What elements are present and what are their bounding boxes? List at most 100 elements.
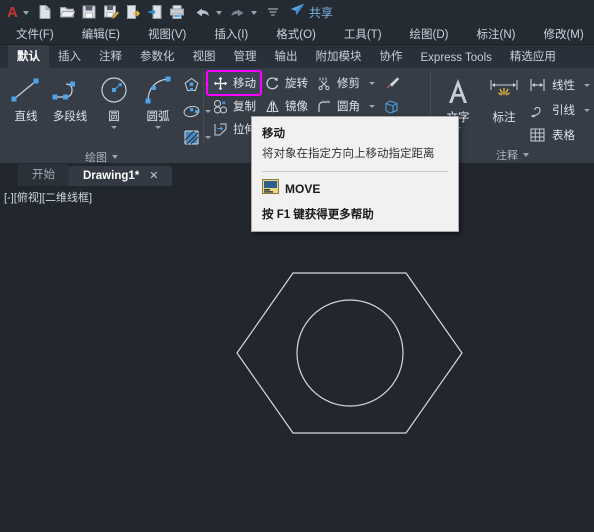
- ribbon-tab-addins[interactable]: 附加模块: [307, 45, 371, 68]
- draw-line-label: 直线: [14, 111, 38, 123]
- tooltip-description: 将对象在指定方向上移动指定距离: [262, 148, 435, 160]
- print-icon[interactable]: [167, 2, 187, 22]
- drawing-canvas[interactable]: [-][俯视][二维线框]: [0, 186, 594, 524]
- ribbon-tab-view[interactable]: 视图: [184, 45, 225, 68]
- leader-dropdown-icon[interactable]: [583, 108, 590, 112]
- menu-item-view[interactable]: 视图(V): [148, 26, 200, 42]
- tooltip-title: 移动: [262, 128, 285, 140]
- save-as-icon[interactable]: [101, 2, 121, 22]
- ribbon-tab-express-tools[interactable]: Express Tools: [412, 49, 501, 68]
- panel-draw-title-row[interactable]: 绘图: [0, 149, 203, 168]
- menu-item-draw[interactable]: 绘图(D): [410, 26, 463, 42]
- modify-fillet-label: 圆角: [336, 101, 360, 113]
- modify-rotate-label: 旋转: [284, 78, 308, 90]
- annotation-leader-label: 引线: [551, 105, 575, 117]
- document-tab-drawing1[interactable]: Drawing1* ✕: [69, 166, 173, 186]
- fillet-dropdown-icon[interactable]: [368, 104, 375, 108]
- customize-quick-access-icon[interactable]: [263, 2, 283, 22]
- ribbon-tab-manage[interactable]: 管理: [225, 45, 266, 68]
- match-properties-icon: [383, 75, 400, 92]
- application-menu-button[interactable]: A: [4, 5, 19, 20]
- chevron-down-icon[interactable]: [22, 11, 29, 15]
- menu-item-edit[interactable]: 编辑(E): [82, 26, 134, 42]
- mirror-icon: [264, 98, 281, 115]
- draw-polyline-label: 多段线: [52, 111, 88, 123]
- ribbon-tab-home[interactable]: 默认: [8, 45, 49, 68]
- circle-shape: [296, 299, 404, 407]
- polyline-icon: [48, 73, 92, 107]
- undo-icon[interactable]: [193, 2, 213, 22]
- tooltip-help: 按 F1 键获得更多帮助: [262, 208, 374, 221]
- panel-annotation-expand-icon[interactable]: [522, 153, 529, 157]
- move-tooltip: 移动 将对象在指定方向上移动指定距离 MOVE 按 F1 键获得更多帮助: [251, 116, 459, 232]
- draw-arc-button[interactable]: 圆弧: [136, 71, 180, 129]
- annotation-leader-button[interactable]: 引线: [527, 98, 590, 122]
- modify-move-label: 移动: [232, 78, 256, 90]
- import-icon[interactable]: [145, 2, 165, 22]
- menu-item-insert[interactable]: 插入(I): [214, 26, 262, 42]
- draw-arc-label: 圆弧: [146, 111, 170, 123]
- undo-dropdown-icon[interactable]: [215, 11, 222, 15]
- panel-annotation-title: 注释: [495, 150, 518, 162]
- redo-icon[interactable]: [228, 2, 248, 22]
- modify-rotate-button[interactable]: 旋转: [260, 72, 312, 94]
- modify-mirror-button[interactable]: 镜像: [260, 95, 312, 117]
- tooltip-command: MOVE: [285, 181, 321, 196]
- annotation-table-button[interactable]: 表格: [527, 123, 590, 147]
- redo-dropdown-icon[interactable]: [250, 11, 257, 15]
- circle-dropdown-icon[interactable]: [111, 126, 117, 129]
- panel-draw: 直线 多段线 圆 圆弧 绘图: [0, 68, 211, 164]
- modify-match-properties-button[interactable]: [379, 72, 404, 94]
- ribbon-tab-output[interactable]: 输出: [266, 45, 307, 68]
- ribbon-tab-collaborate[interactable]: 协作: [371, 45, 412, 68]
- box-icon: [383, 98, 400, 115]
- close-icon[interactable]: ✕: [149, 169, 158, 182]
- leader-icon: [527, 99, 549, 121]
- menu-item-modify[interactable]: 修改(M): [543, 26, 594, 42]
- annotation-linear-button[interactable]: 线性: [527, 73, 590, 97]
- modify-move-button[interactable]: 移动: [205, 70, 262, 96]
- open-file-icon[interactable]: [57, 2, 77, 22]
- text-icon: [436, 74, 480, 108]
- modify-copy-button[interactable]: 复制: [208, 95, 260, 117]
- ribbon-tab-annotate[interactable]: 注释: [90, 45, 131, 68]
- new-file-icon[interactable]: [35, 2, 55, 22]
- panel-draw-expand-icon[interactable]: [112, 155, 118, 159]
- draw-circle-button[interactable]: 圆: [92, 71, 136, 129]
- share-button[interactable]: 共享: [289, 2, 333, 22]
- save-icon[interactable]: [79, 2, 99, 22]
- modify-trim-label: 修剪: [336, 78, 360, 90]
- move-icon: [212, 75, 229, 92]
- export-icon[interactable]: [123, 2, 143, 22]
- annotation-table-label: 表格: [551, 130, 575, 142]
- menu-item-dimension[interactable]: 标注(N): [477, 26, 530, 42]
- annotation-small-buttons: 线性 引线 表格: [527, 71, 590, 147]
- arc-dropdown-icon[interactable]: [155, 126, 161, 129]
- polygon-icon: [180, 74, 202, 96]
- modify-copy-label: 复制: [232, 101, 256, 113]
- modify-fillet-button[interactable]: 圆角: [312, 95, 379, 117]
- linear-dropdown-icon[interactable]: [583, 83, 590, 87]
- panel-draw-title: 绘图: [85, 152, 107, 164]
- trim-dropdown-icon[interactable]: [368, 81, 375, 85]
- panel-draw-body: 直线 多段线 圆 圆弧: [0, 71, 211, 149]
- annotation-dimension-label: 标注: [492, 112, 516, 124]
- ellipse-icon: [180, 100, 202, 122]
- annotation-linear-label: 线性: [551, 80, 575, 92]
- ribbon-tab-parametric[interactable]: 参数化: [131, 45, 184, 68]
- modify-3d-object-button[interactable]: [379, 95, 404, 117]
- copy-icon: [212, 98, 229, 115]
- draw-line-button[interactable]: 直线: [4, 71, 48, 124]
- menu-item-file[interactable]: 文件(F): [16, 26, 68, 42]
- draw-circle-label: 圆: [108, 111, 120, 123]
- menu-bar: 文件(F) 编辑(E) 视图(V) 插入(I) 格式(O) 工具(T) 绘图(D…: [0, 24, 594, 45]
- modify-trim-button[interactable]: 修剪: [312, 72, 379, 94]
- menu-item-tools[interactable]: 工具(T): [344, 26, 396, 42]
- ribbon-tab-insert[interactable]: 插入: [49, 45, 90, 68]
- arc-icon: [136, 73, 180, 107]
- menu-item-format[interactable]: 格式(O): [276, 26, 330, 42]
- annotation-dimension-button[interactable]: 标注: [481, 71, 527, 125]
- ribbon-tab-featured-apps[interactable]: 精选应用: [501, 45, 565, 68]
- draw-polyline-button[interactable]: 多段线: [48, 71, 92, 124]
- modify-mirror-label: 镜像: [284, 101, 308, 113]
